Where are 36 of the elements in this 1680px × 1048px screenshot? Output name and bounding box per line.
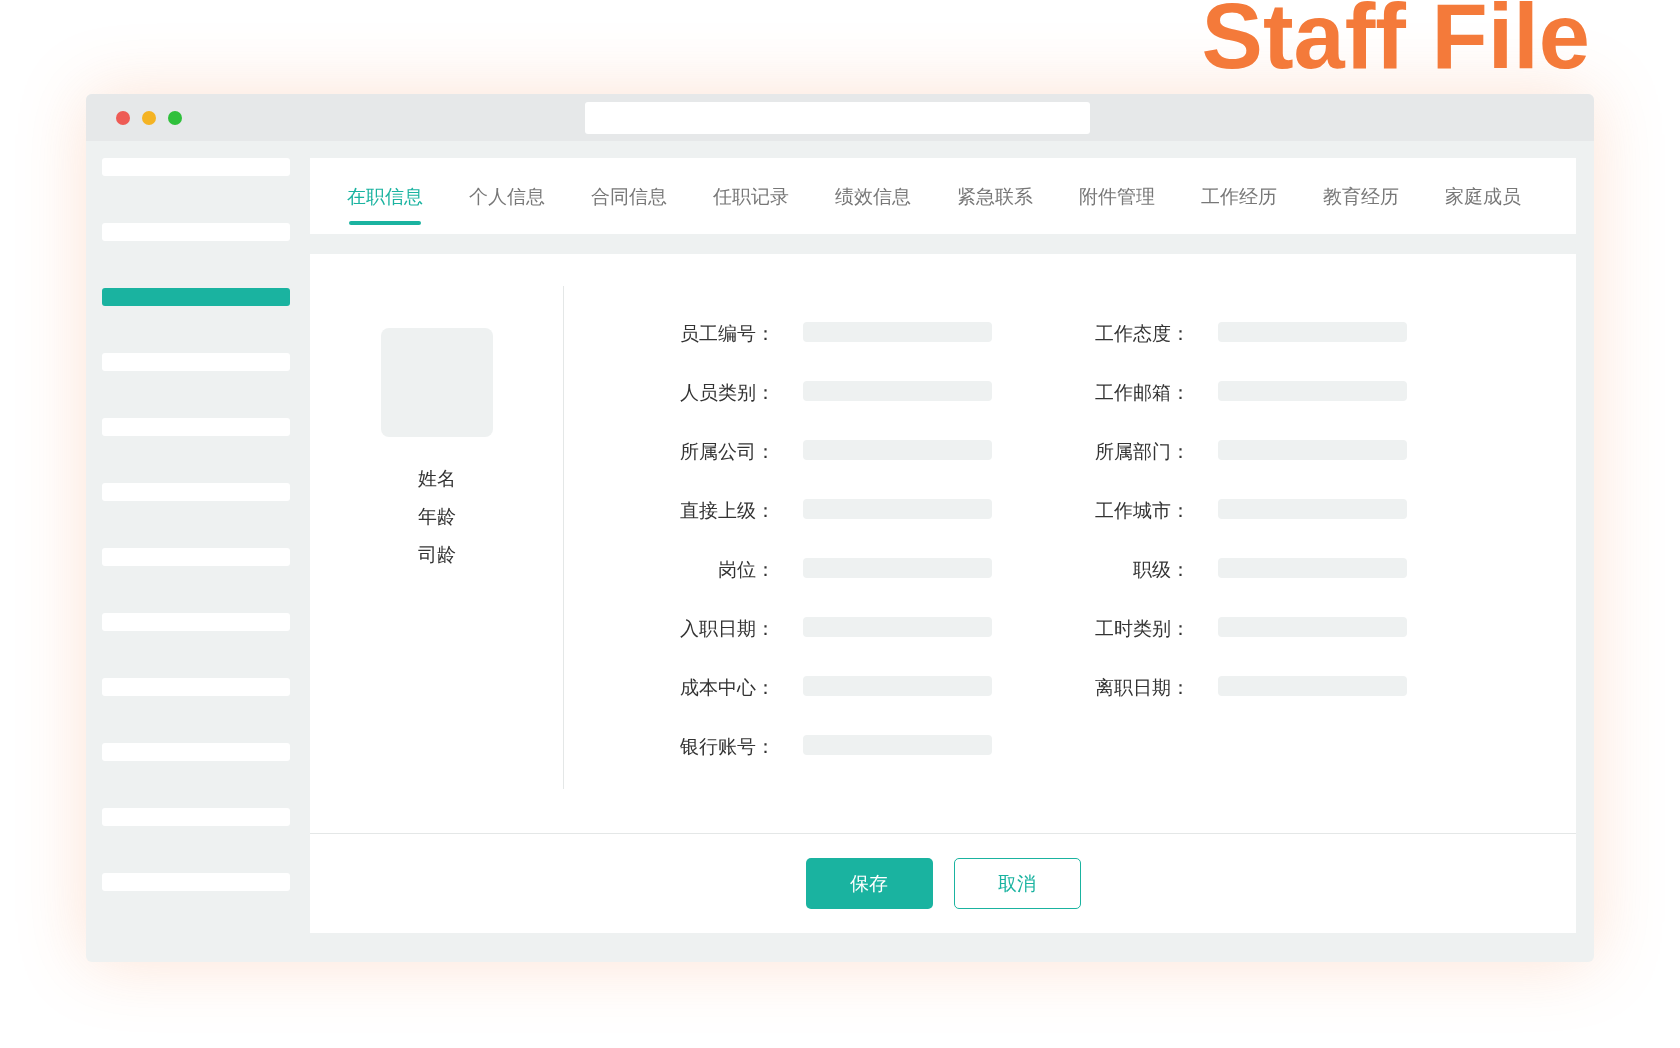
field-label: 银行账号：	[679, 734, 775, 759]
field-label: 工作邮箱：	[1094, 380, 1190, 405]
tab[interactable]: 教育经历	[1323, 158, 1445, 234]
tab[interactable]: 任职记录	[713, 158, 835, 234]
profile-text: 年龄	[417, 504, 456, 529]
field-label: 职级：	[1132, 557, 1190, 582]
sidebar-item[interactable]	[102, 288, 290, 306]
window-control-dot[interactable]	[116, 110, 130, 125]
field-label: 离职日期：	[1094, 675, 1190, 700]
cancel-button[interactable]: 取消	[953, 858, 1081, 909]
field-label: 成本中心：	[679, 675, 775, 700]
field-label: 所属公司：	[679, 439, 775, 464]
profile-text: 姓名	[417, 466, 456, 491]
address-bar[interactable]	[585, 102, 1090, 134]
staff-file-heading: Staff File	[1201, 0, 1590, 76]
field-label: 工时类别：	[1094, 616, 1190, 641]
field-label: 员工编号：	[679, 321, 775, 346]
tab[interactable]: 绩效信息	[835, 158, 957, 234]
save-button[interactable]: 保存	[805, 858, 933, 909]
tab[interactable]: 工作经历	[1201, 158, 1323, 234]
tab[interactable]: 家庭成员	[1445, 158, 1567, 234]
field-label: 所属部门：	[1094, 439, 1190, 464]
field-label: 入职日期：	[679, 616, 775, 641]
tab[interactable]: 在职信息	[347, 158, 469, 234]
field-label: 直接上级：	[679, 498, 775, 523]
field-label: 工作态度：	[1094, 321, 1190, 346]
field-label: 岗位：	[717, 557, 775, 582]
tab[interactable]: 合同信息	[591, 158, 713, 234]
field-label: 人员类别：	[679, 380, 775, 405]
tab[interactable]: 附件管理	[1079, 158, 1201, 234]
field-label: 工作城市：	[1094, 498, 1190, 523]
window-control-dot[interactable]	[142, 110, 156, 125]
window-control-dot[interactable]	[168, 110, 182, 125]
tab[interactable]: 个人信息	[469, 158, 591, 234]
profile-text: 司龄	[417, 542, 456, 567]
tab[interactable]: 紧急联系	[957, 158, 1079, 234]
